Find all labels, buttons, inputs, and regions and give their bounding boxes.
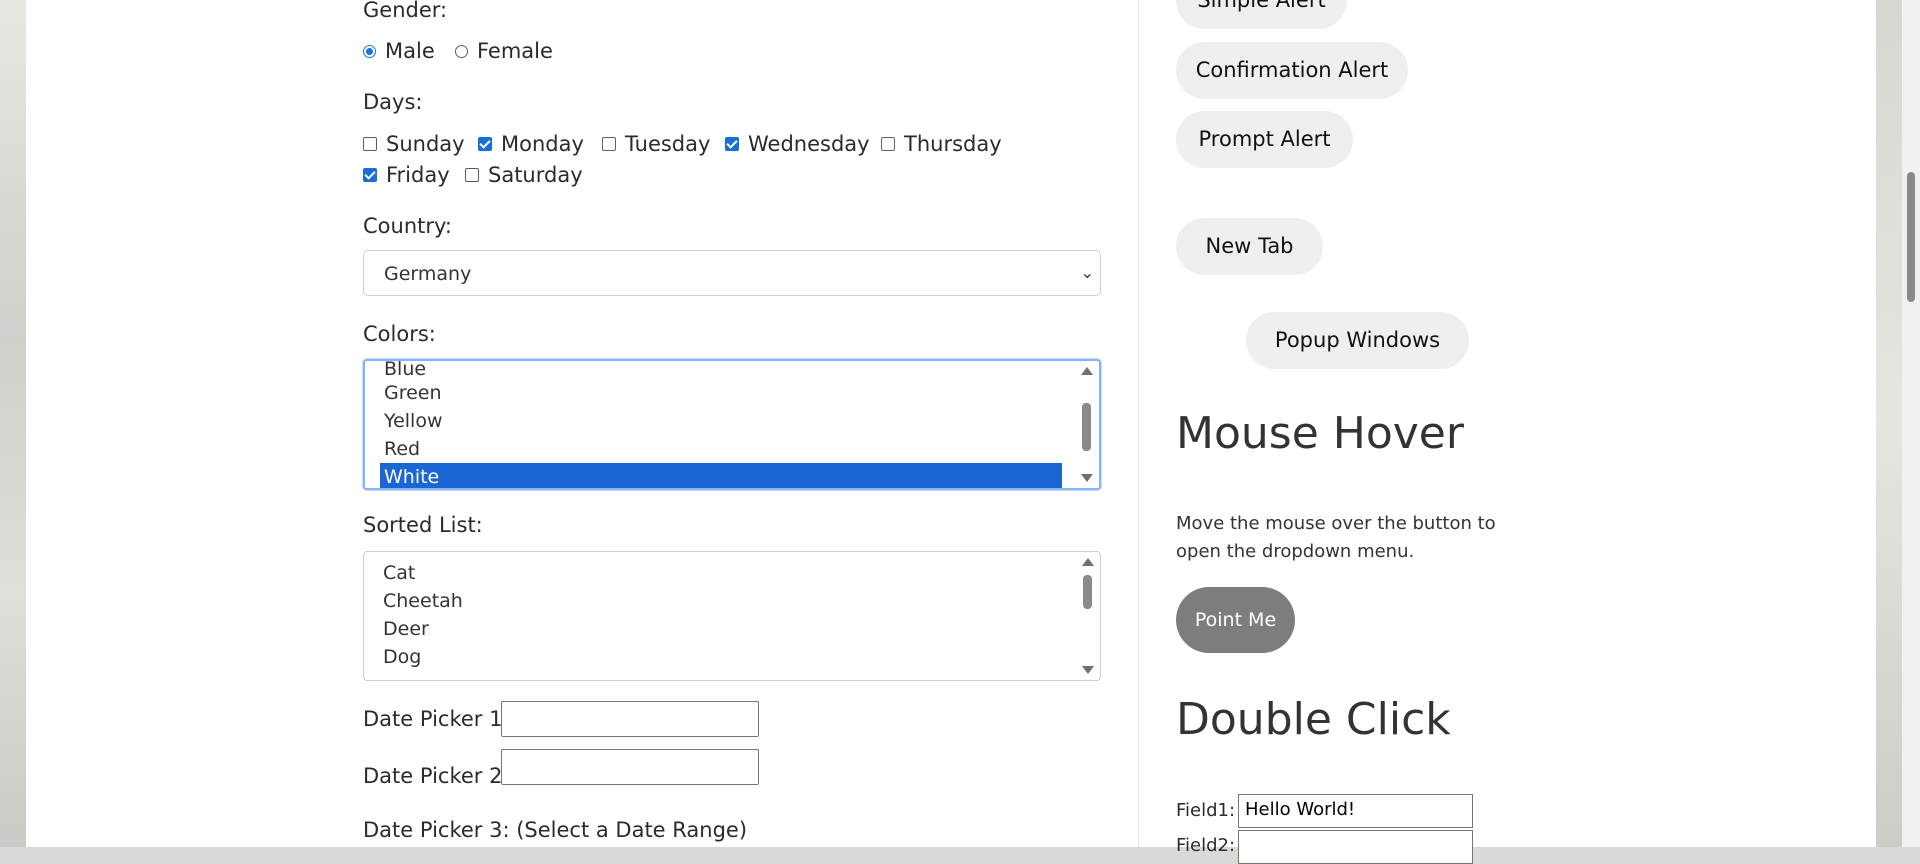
new-tab-button[interactable]: New Tab — [1176, 218, 1323, 275]
sorted-option-deer[interactable]: Deer — [379, 615, 1061, 643]
chevron-down-icon: ⌄ — [1080, 263, 1094, 282]
radio-female[interactable] — [455, 44, 468, 58]
sorted-listbox[interactable]: Cat Cheetah Deer Dog — [363, 551, 1101, 681]
sorted-list-label: Sorted List: — [363, 513, 483, 537]
background-right — [1876, 0, 1902, 847]
day-tuesday-option[interactable]: Tuesday — [602, 132, 710, 156]
day-saturday-label: Saturday — [488, 163, 583, 187]
mouse-hover-description: Move the mouse over the button to open t… — [1176, 513, 1496, 562]
scroll-up-arrow-icon[interactable] — [1081, 367, 1093, 375]
gender-male-label: Male — [385, 39, 435, 63]
sorted-option-cheetah[interactable]: Cheetah — [379, 587, 1061, 615]
field2-input[interactable] — [1238, 830, 1473, 864]
colors-option-red[interactable]: Red — [380, 435, 1062, 463]
sorted-option-cat[interactable]: Cat — [379, 559, 1061, 587]
day-monday-option[interactable]: Monday — [478, 132, 584, 156]
colors-option-green[interactable]: Green — [380, 379, 1062, 407]
page-scroll-thumb[interactable] — [1907, 172, 1915, 302]
page-scrollbar[interactable] — [1902, 0, 1920, 847]
day-sunday-option[interactable]: Sunday — [363, 132, 465, 156]
day-wednesday-label: Wednesday — [748, 132, 870, 156]
day-friday-option[interactable]: Friday — [363, 163, 450, 187]
field1-input[interactable]: Hello World! — [1238, 794, 1473, 828]
checkbox-tuesday[interactable] — [602, 137, 616, 151]
checkbox-sunday[interactable] — [363, 137, 377, 151]
gender-male-option[interactable]: Male — [363, 39, 435, 63]
field2-label: Field2: — [1176, 835, 1236, 856]
days-label: Days: — [363, 90, 423, 114]
date-picker-1-input[interactable] — [501, 701, 759, 737]
simple-alert-button[interactable]: Simple Alert — [1176, 0, 1347, 29]
checkbox-friday[interactable] — [363, 168, 377, 182]
gender-female-option[interactable]: Female — [455, 39, 553, 63]
day-thursday-label: Thursday — [904, 132, 1002, 156]
colors-option-yellow[interactable]: Yellow — [380, 407, 1062, 435]
colors-listbox-scrollbar[interactable] — [1077, 361, 1097, 488]
colors-scroll-thumb[interactable] — [1082, 403, 1091, 451]
checkbox-monday[interactable] — [478, 137, 492, 151]
checkbox-thursday[interactable] — [881, 137, 895, 151]
scroll-down-arrow-icon[interactable] — [1082, 666, 1094, 674]
column-divider — [1138, 0, 1139, 847]
colors-option-white[interactable]: White — [380, 463, 1062, 488]
gender-female-label: Female — [477, 39, 553, 63]
colors-label: Colors: — [363, 322, 436, 346]
day-wednesday-option[interactable]: Wednesday — [725, 132, 870, 156]
double-click-heading: Double Click — [1176, 694, 1451, 745]
sorted-listbox-scrollbar[interactable] — [1078, 552, 1098, 680]
day-monday-label: Monday — [501, 132, 584, 156]
day-friday-label: Friday — [386, 163, 450, 187]
country-label: Country: — [363, 214, 452, 238]
radio-male[interactable] — [363, 44, 376, 58]
checkbox-wednesday[interactable] — [725, 137, 739, 151]
day-saturday-option[interactable]: Saturday — [465, 163, 583, 187]
day-sunday-label: Sunday — [386, 132, 465, 156]
scroll-down-arrow-icon[interactable] — [1081, 474, 1093, 482]
checkbox-saturday[interactable] — [465, 168, 479, 182]
mouse-hover-heading: Mouse Hover — [1176, 408, 1464, 459]
popup-windows-button[interactable]: Popup Windows — [1246, 312, 1469, 369]
country-select[interactable]: Germany ⌄ — [363, 250, 1101, 296]
date-picker-2-label: Date Picker 2: — [363, 764, 510, 788]
date-picker-3-label: Date Picker 3: (Select a Date Range) — [363, 818, 748, 842]
sorted-scroll-thumb[interactable] — [1083, 575, 1092, 609]
date-picker-1-label: Date Picker 1: — [363, 707, 510, 731]
colors-listbox[interactable]: Blue Green Yellow Red White — [363, 359, 1101, 490]
confirmation-alert-button[interactable]: Confirmation Alert — [1176, 42, 1408, 99]
date-picker-2-input[interactable] — [501, 749, 759, 785]
country-select-value: Germany — [384, 263, 472, 285]
gender-label: Gender: — [363, 0, 448, 22]
sorted-option-dog[interactable]: Dog — [379, 643, 1061, 671]
scroll-up-arrow-icon[interactable] — [1082, 558, 1094, 566]
point-me-button[interactable]: Point Me — [1176, 587, 1295, 653]
prompt-alert-button[interactable]: Prompt Alert — [1176, 111, 1353, 168]
field1-label: Field1: — [1176, 800, 1236, 821]
day-thursday-option[interactable]: Thursday — [881, 132, 1002, 156]
day-tuesday-label: Tuesday — [625, 132, 711, 156]
background-left — [0, 0, 26, 847]
